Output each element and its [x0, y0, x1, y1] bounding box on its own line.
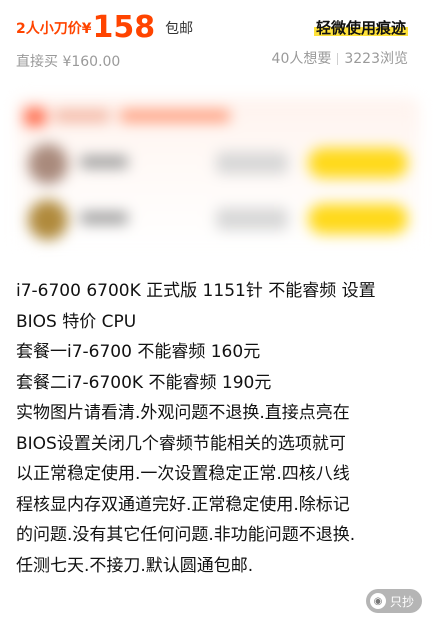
- bargain-card-subtitle: [120, 110, 230, 122]
- helper-amount: [216, 208, 288, 230]
- helper-amount: [216, 152, 288, 174]
- item-description: i7-6700 6700K 正式版 1151针 不能睿频 设置 BIOS 特价 …: [16, 276, 412, 581]
- direct-buy-price: 直接买 ¥160.00: [16, 54, 121, 70]
- views-count: 3223浏览: [344, 51, 408, 67]
- bargain-card-title: [54, 110, 110, 122]
- bargain-action-button[interactable]: [308, 148, 408, 178]
- wants-count: 40人想要: [271, 51, 332, 67]
- condition-tag: 轻微使用痕迹: [313, 18, 408, 38]
- item-stats: 40人想要 3223浏览: [272, 50, 408, 68]
- stats-divider: [337, 53, 339, 65]
- bargain-action-button[interactable]: [308, 204, 408, 234]
- bargain-helpers-card[interactable]: [16, 98, 420, 252]
- bargain-price-value: 158: [92, 10, 156, 45]
- bargain-row: [16, 138, 420, 194]
- free-shipping-label: 包邮: [165, 21, 194, 37]
- price-row: 2人小刀价¥ 158 包邮: [16, 6, 193, 44]
- description-line: 任测七天.不接刀.默认圆通包邮.: [16, 555, 254, 576]
- bargain-row: [16, 194, 420, 250]
- helper-name: [80, 156, 128, 168]
- description-line: 套餐二i7-6700K 不能睿频 190元: [16, 372, 272, 393]
- description-line: 程核显内存双通道完好.正常稳定使用.除标记: [16, 494, 350, 515]
- description-line: 的问题.没有其它任何问题.非功能问题不退换.: [16, 525, 356, 545]
- description-line: 实物图片请看清.外观问题不退换.直接点亮在: [16, 403, 350, 423]
- description-line: BIOS 特价 CPU: [16, 311, 137, 332]
- description-line: BIOS设置关闭几个睿频节能相关的选项就可: [16, 433, 346, 454]
- camera-icon: ◉: [369, 593, 386, 609]
- description-line: 套餐一i7-6700 不能睿频 160元: [16, 342, 261, 362]
- bargain-card-badge: [24, 108, 46, 126]
- platform-watermark: ◉ 只抄: [365, 589, 422, 613]
- watermark-label: 只抄: [389, 594, 414, 609]
- helper-name: [80, 212, 128, 224]
- description-line: i7-6700 6700K 正式版 1151针 不能睿频 设置: [16, 281, 376, 301]
- description-line: 以正常稳定使用.一次设置稳定正常.四核八线: [16, 464, 350, 484]
- avatar: [28, 144, 68, 184]
- bargain-price-prefix: 2人小刀价¥: [16, 21, 92, 37]
- avatar: [28, 200, 68, 240]
